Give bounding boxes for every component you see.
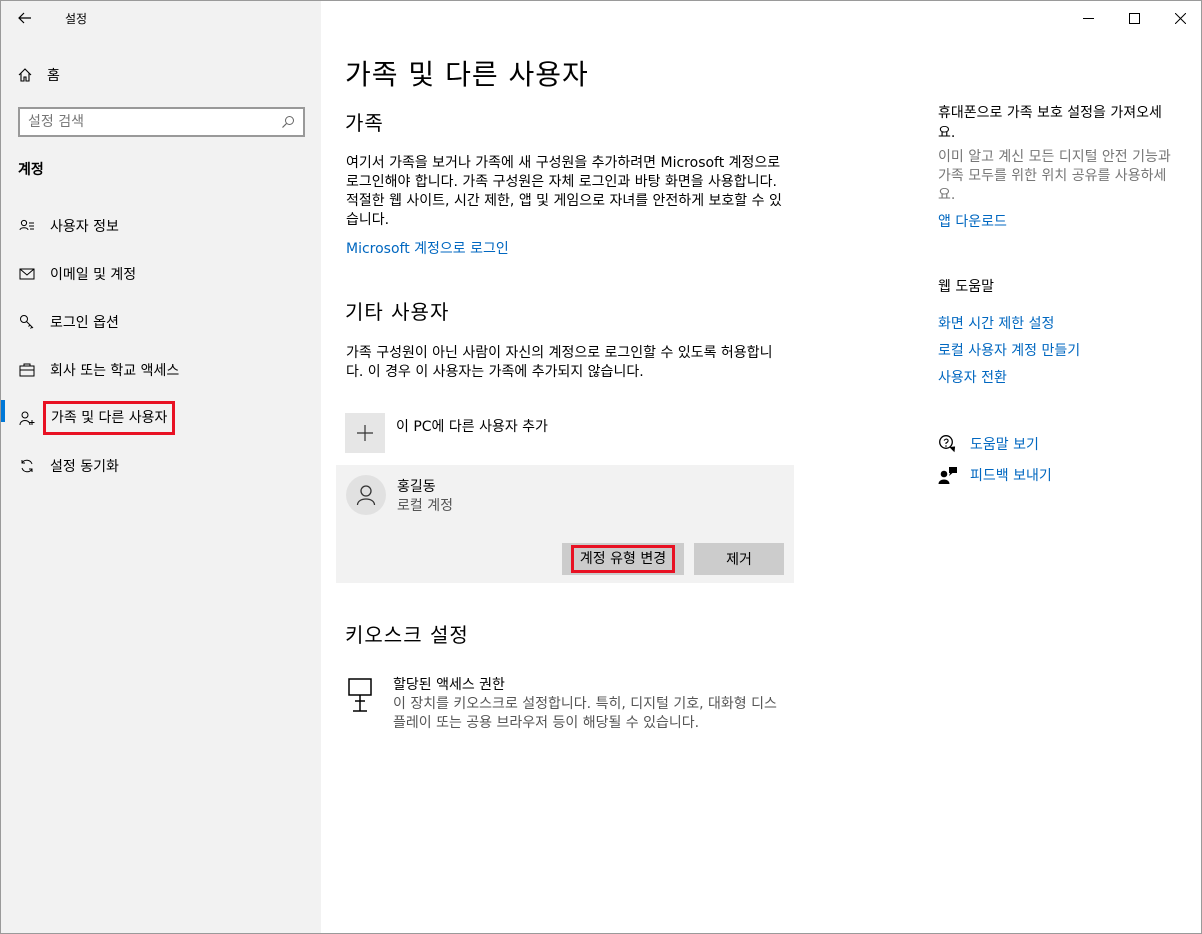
family-description: 여기서 가족을 보거나 가족에 새 구성원을 추가하려면 Microsoft 계… [346, 155, 782, 228]
settings-search-box[interactable] [18, 107, 305, 137]
sidebar-item-user-info[interactable]: 사용자 정보 [1, 202, 321, 250]
change-account-type-label: 계정 유형 변경 [570, 545, 676, 573]
window-controls [1065, 1, 1201, 35]
user-account-card[interactable]: 홍길동 로컬 계정 계정 유형 변경 제거 [336, 465, 794, 583]
minimize-button[interactable] [1065, 1, 1111, 35]
add-user-button[interactable]: 이 PC에 다른 사용자 추가 [345, 413, 548, 453]
maximize-icon [1128, 12, 1140, 24]
sidebar-item-label: 회사 또는 학교 액세스 [50, 363, 180, 379]
home-nav-item[interactable]: 홈 [17, 63, 60, 87]
user-info-icon [17, 216, 37, 236]
home-label: 홈 [47, 68, 60, 84]
sidebar-item-label: 설정 동기화 [50, 459, 119, 475]
assigned-access-title: 할당된 액세스 권한 [393, 677, 505, 693]
family-heading: 가족 [345, 111, 384, 135]
web-help-heading: 웹 도움말 [938, 279, 994, 295]
help-chat-icon [939, 435, 956, 453]
sidebar-item-sign-in[interactable]: 로그인 옵션 [1, 298, 321, 346]
create-local-account-link[interactable]: 로컬 사용자 계정 만들기 [938, 340, 1080, 360]
mail-icon [17, 264, 37, 284]
send-feedback-label: 피드백 보내기 [970, 468, 1052, 484]
plus-icon [345, 413, 385, 453]
app-title: 설정 [65, 12, 88, 26]
assigned-access-item[interactable]: 할당된 액세스 권한 이 장치를 키오스크로 설정합니다. 특히, 디지털 기호… [345, 675, 783, 733]
user-account-type: 로컬 계정 [397, 498, 453, 514]
back-arrow-icon [18, 12, 31, 24]
close-icon [1174, 12, 1186, 24]
change-account-type-button[interactable]: 계정 유형 변경 [562, 543, 684, 575]
main-content: 가족 및 다른 사용자 가족 여기서 가족을 보거나 가족에 새 구성원을 추가… [322, 1, 1201, 933]
maximize-button[interactable] [1111, 1, 1157, 35]
minimize-icon [1082, 17, 1094, 19]
sidebar-item-label: 이메일 및 계정 [50, 267, 137, 283]
app-download-link[interactable]: 앱 다운로드 [938, 211, 1007, 231]
user-name: 홍길동 [397, 479, 436, 495]
get-help-link[interactable]: 도움말 보기 [938, 434, 1039, 454]
home-icon [18, 68, 32, 82]
avatar [346, 475, 386, 515]
sidebar-item-label: 로그인 옵션 [50, 315, 119, 331]
sidebar-item-email[interactable]: 이메일 및 계정 [1, 250, 321, 298]
person-icon [356, 485, 376, 506]
mobile-family-description: 이미 알고 계신 모든 디지털 안전 기능과 가족 모두를 위한 위치 공유를 … [938, 149, 1171, 203]
sidebar-item-work-school[interactable]: 회사 또는 학교 액세스 [1, 346, 321, 394]
user-add-icon [17, 408, 37, 428]
add-user-label: 이 PC에 다른 사용자 추가 [396, 419, 548, 435]
title-bar: 설정 [1, 1, 321, 35]
back-button[interactable] [11, 5, 39, 31]
page-title: 가족 및 다른 사용자 [345, 58, 589, 91]
settings-window: 설정 홈 계정 사용자 정보 이메일 및 계정 [0, 0, 1202, 934]
briefcase-icon [17, 360, 37, 380]
sync-icon [17, 456, 37, 476]
remove-user-button[interactable]: 제거 [694, 543, 784, 575]
microsoft-sign-in-link[interactable]: Microsoft 계정으로 로그인 [346, 238, 509, 258]
screen-time-link[interactable]: 화면 시간 제한 설정 [938, 313, 1054, 333]
get-help-label: 도움말 보기 [970, 437, 1039, 453]
sidebar: 설정 홈 계정 사용자 정보 이메일 및 계정 [1, 1, 321, 933]
switch-user-link[interactable]: 사용자 전환 [938, 367, 1007, 387]
section-heading-accounts: 계정 [18, 162, 44, 178]
sidebar-item-label: 사용자 정보 [50, 219, 119, 235]
key-icon [17, 312, 37, 332]
close-button[interactable] [1157, 1, 1201, 35]
search-input[interactable] [28, 114, 281, 130]
kiosk-heading: 키오스크 설정 [345, 623, 469, 647]
kiosk-icon [348, 678, 372, 712]
nav-list: 사용자 정보 이메일 및 계정 로그인 옵션 회사 또는 학교 액세스 가족 및… [1, 202, 321, 490]
assigned-access-description: 이 장치를 키오스크로 설정합니다. 특히, 디지털 기호, 대화형 디스플레이… [393, 696, 777, 731]
sidebar-item-family[interactable]: 가족 및 다른 사용자 [1, 394, 321, 442]
other-users-description: 가족 구성원이 아닌 사람이 자신의 계정으로 로그인할 수 있도록 허용합니다… [346, 345, 773, 380]
send-feedback-link[interactable]: 피드백 보내기 [938, 465, 1052, 485]
search-icon [282, 116, 294, 128]
sidebar-item-label: 가족 및 다른 사용자 [43, 401, 176, 435]
mobile-family-heading: 휴대폰으로 가족 보호 설정을 가져오세요. [938, 105, 1162, 141]
other-users-heading: 기타 사용자 [345, 300, 450, 324]
sidebar-item-sync[interactable]: 설정 동기화 [1, 442, 321, 490]
feedback-icon [938, 467, 957, 484]
